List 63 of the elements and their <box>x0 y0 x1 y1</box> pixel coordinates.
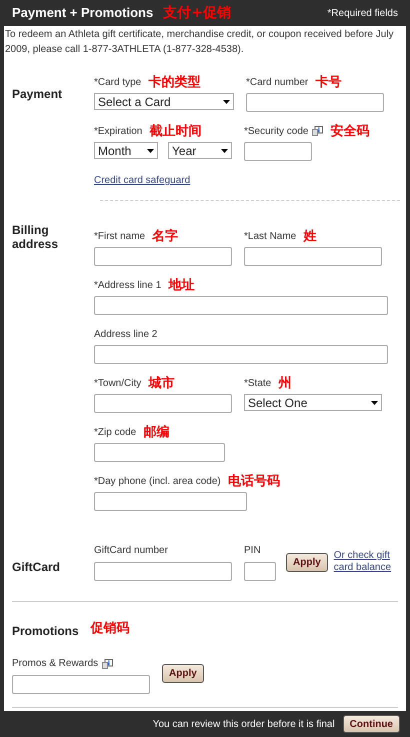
section-title: Payment <box>12 87 64 101</box>
field-label: *Zip code <box>94 426 136 440</box>
caret-icon <box>223 100 230 104</box>
text-input[interactable] <box>94 247 232 266</box>
text-input[interactable] <box>244 142 312 161</box>
text-input[interactable] <box>246 93 384 112</box>
annotation: 卡的类型 <box>148 76 200 88</box>
text-input[interactable] <box>94 296 388 315</box>
caret-icon <box>147 148 154 152</box>
text-input[interactable] <box>12 675 150 694</box>
field-label: *Card number <box>246 76 308 90</box>
field-label: *Town/City <box>94 376 142 390</box>
annotation: 邮编 <box>143 426 170 438</box>
field-label: PIN <box>244 544 262 558</box>
safeguard-link[interactable]: Credit card safeguard <box>94 173 384 188</box>
dropdown[interactable]: Select a Card <box>94 93 234 110</box>
text-input[interactable] <box>94 492 247 511</box>
annotation: 地址 <box>168 278 194 292</box>
text-input[interactable] <box>94 394 232 413</box>
apply-button[interactable]: Apply <box>162 664 204 683</box>
info-icon <box>312 126 324 136</box>
field-label: *Card type <box>94 76 142 90</box>
field-label: *Last Name <box>244 230 296 244</box>
footer-text: You can review this order before it is final <box>152 718 335 732</box>
field-label: *Expiration <box>94 124 142 138</box>
section-title: Billing address <box>12 223 60 251</box>
text-input[interactable] <box>244 247 382 266</box>
text-input[interactable] <box>244 562 276 581</box>
annotation: 支付+促销 <box>163 6 231 20</box>
field-label: GiftCard number <box>94 544 169 558</box>
annotation: 姓 <box>303 230 316 242</box>
continue-button[interactable]: Continue <box>342 715 400 733</box>
caret-icon <box>221 148 228 152</box>
text-input[interactable] <box>94 443 225 462</box>
field-label: Promos & Rewards <box>12 657 98 671</box>
page-title: Payment + Promotions <box>12 4 154 22</box>
field-label: *Address line 1 <box>94 278 162 292</box>
required-note: *Required fields <box>327 6 398 20</box>
gift-balance-link[interactable]: Or check gift card balance <box>334 550 398 574</box>
field-label: *State <box>244 376 272 390</box>
annotation: 电话号码 <box>228 474 280 488</box>
dropdown[interactable]: Year <box>168 142 232 159</box>
annotation: 城市 <box>148 376 174 390</box>
annotation: 截止时间 <box>149 124 202 138</box>
text-input[interactable] <box>94 562 232 581</box>
field-label: *First name <box>94 230 146 244</box>
info-icon <box>102 658 114 668</box>
field-label: Address line 2 <box>94 328 158 342</box>
caret-icon <box>371 400 378 404</box>
intro-text: To redeem an Athleta gift certificate, merchandise credit, or coupon received before July 2009, please call 1-877-3ATHLETA (1-877-328-4538). <box>4 28 395 57</box>
field-label: *Security code <box>244 124 308 138</box>
dropdown[interactable]: Month <box>94 142 158 159</box>
field-label: *Day phone (incl. area code) <box>94 474 221 488</box>
section-title: GiftCard <box>12 560 61 574</box>
apply-button[interactable]: Apply <box>286 552 328 572</box>
annotation: 州 <box>278 376 292 390</box>
annotation: 名字 <box>152 230 178 242</box>
annotation: 卡号 <box>315 76 342 88</box>
section-title: Promotions <box>12 623 79 640</box>
annotation: 安全码 <box>330 124 370 138</box>
annotation: 促销码 <box>90 622 130 634</box>
text-input[interactable] <box>94 345 388 364</box>
dropdown[interactable]: Select One <box>244 394 382 411</box>
